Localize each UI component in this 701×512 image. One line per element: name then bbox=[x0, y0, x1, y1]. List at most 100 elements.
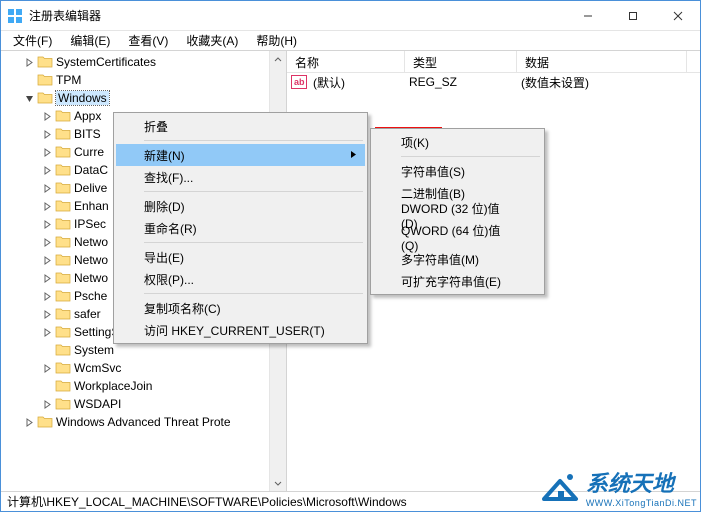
tree-label: WSDAPI bbox=[74, 397, 121, 411]
close-button[interactable] bbox=[655, 1, 700, 30]
tree-item[interactable]: TPM bbox=[1, 71, 286, 89]
chevron-right-icon[interactable] bbox=[41, 308, 53, 320]
menu-view[interactable]: 查看(V) bbox=[120, 30, 176, 51]
ctx-separator bbox=[401, 156, 540, 157]
chevron-right-icon[interactable] bbox=[41, 200, 53, 212]
chevron-right-icon[interactable] bbox=[23, 56, 35, 68]
cell-data: (数值未设置) bbox=[517, 74, 593, 91]
tree-label: System bbox=[74, 343, 114, 357]
ctx-item-label: 新建(N) bbox=[144, 147, 185, 164]
tree-item[interactable]: SystemCertificates bbox=[1, 53, 286, 71]
tree-item[interactable]: Windows Advanced Threat Prote bbox=[1, 413, 286, 431]
tree-label: Curre bbox=[74, 145, 104, 159]
ctx-item[interactable]: 删除(D) bbox=[116, 195, 365, 217]
chevron-right-icon[interactable] bbox=[41, 128, 53, 140]
maximize-button[interactable] bbox=[610, 1, 655, 30]
svg-text:ab: ab bbox=[294, 77, 305, 87]
chevron-right-icon[interactable] bbox=[41, 236, 53, 248]
folder-icon bbox=[37, 91, 53, 105]
folder-icon bbox=[55, 199, 71, 213]
folder-icon bbox=[37, 73, 53, 87]
ctx-item[interactable]: 重命名(R) bbox=[116, 217, 365, 239]
chevron-right-icon[interactable] bbox=[41, 290, 53, 302]
folder-icon bbox=[55, 127, 71, 141]
tree-label: BITS bbox=[74, 127, 101, 141]
folder-icon bbox=[55, 271, 71, 285]
chevron-right-icon[interactable] bbox=[41, 182, 53, 194]
chevron-right-icon[interactable] bbox=[41, 362, 53, 374]
tree-label: safer bbox=[74, 307, 101, 321]
tree-item[interactable]: WcmSvc bbox=[1, 359, 286, 377]
ctx-item[interactable]: 查找(F)... bbox=[116, 166, 365, 188]
tree-label: DataC bbox=[74, 163, 108, 177]
chevron-right-icon[interactable] bbox=[23, 416, 35, 428]
tree-label: SystemCertificates bbox=[56, 55, 156, 69]
string-value-icon: ab bbox=[291, 75, 307, 89]
ctx-item[interactable]: 导出(E) bbox=[116, 246, 365, 268]
chevron-right-icon[interactable] bbox=[41, 326, 53, 338]
ctx-item[interactable]: 访问 HKEY_CURRENT_USER(T) bbox=[116, 319, 365, 341]
tree-label: Windows bbox=[56, 91, 109, 105]
ctx-item-label: 删除(D) bbox=[144, 198, 185, 215]
ctx-item[interactable]: 多字符串值(M) bbox=[373, 248, 542, 270]
tree-label: Delive bbox=[74, 181, 107, 195]
scroll-down-button[interactable] bbox=[270, 474, 286, 491]
tree-label: WcmSvc bbox=[74, 361, 121, 375]
folder-icon bbox=[37, 55, 53, 69]
ctx-item-label: 字符串值(S) bbox=[401, 163, 465, 180]
tree-label: Netwo bbox=[74, 235, 108, 249]
ctx-item[interactable]: 新建(N) bbox=[116, 144, 365, 166]
tree-item[interactable]: Windows bbox=[1, 89, 286, 107]
col-type[interactable]: 类型 bbox=[405, 51, 517, 72]
ctx-item[interactable]: QWORD (64 位)值(Q) bbox=[373, 226, 542, 248]
ctx-item[interactable]: 可扩充字符串值(E) bbox=[373, 270, 542, 292]
folder-icon bbox=[55, 217, 71, 231]
chevron-right-icon[interactable] bbox=[41, 218, 53, 230]
tree-label: Netwo bbox=[74, 271, 108, 285]
folder-icon bbox=[55, 253, 71, 267]
context-menu-main[interactable]: 折叠新建(N) 查找(F)... 删除(D) 重命名(R) 导出(E) 权限(P)... 复… bbox=[113, 112, 368, 344]
folder-icon bbox=[55, 325, 71, 339]
statusbar-path: 计算机\HKEY_LOCAL_MACHINE\SOFTWARE\Policies… bbox=[7, 493, 407, 510]
titlebar: 注册表编辑器 bbox=[1, 1, 700, 31]
folder-icon bbox=[55, 307, 71, 321]
ctx-item-label: 多字符串值(M) bbox=[401, 251, 479, 268]
tree-label: IPSec bbox=[74, 217, 106, 231]
chevron-down-icon[interactable] bbox=[23, 92, 35, 104]
ctx-item[interactable]: 项(K) bbox=[373, 131, 542, 153]
ctx-item-label: 项(K) bbox=[401, 134, 429, 151]
chevron-right-icon[interactable] bbox=[41, 146, 53, 158]
col-data[interactable]: 数据 bbox=[517, 51, 687, 72]
menu-help[interactable]: 帮助(H) bbox=[248, 30, 305, 51]
expander-empty bbox=[41, 344, 53, 356]
tree-label: TPM bbox=[56, 73, 81, 87]
ctx-item[interactable]: 权限(P)... bbox=[116, 268, 365, 290]
ctx-item-label: 复制项名称(C) bbox=[144, 300, 221, 317]
ctx-item[interactable]: 字符串值(S) bbox=[373, 160, 542, 182]
chevron-right-icon[interactable] bbox=[41, 254, 53, 266]
chevron-right-icon[interactable] bbox=[41, 164, 53, 176]
chevron-right-icon[interactable] bbox=[41, 110, 53, 122]
chevron-right-icon[interactable] bbox=[41, 398, 53, 410]
chevron-right-icon[interactable] bbox=[41, 272, 53, 284]
ctx-item-label: 可扩充字符串值(E) bbox=[401, 273, 501, 290]
app-icon bbox=[7, 8, 23, 24]
folder-icon bbox=[55, 181, 71, 195]
list-row[interactable]: ab (默认) REG_SZ (数值未设置) bbox=[287, 73, 700, 91]
list-header: 名称 类型 数据 bbox=[287, 51, 700, 73]
tree-item[interactable]: WSDAPI bbox=[1, 395, 286, 413]
minimize-button[interactable] bbox=[565, 1, 610, 30]
scroll-up-button[interactable] bbox=[270, 51, 286, 68]
context-menu-new[interactable]: 项(K)字符串值(S)二进制值(B)DWORD (32 位)值(D)QWORD … bbox=[370, 128, 545, 295]
ctx-item[interactable]: 折叠 bbox=[116, 115, 365, 137]
expander-empty bbox=[23, 74, 35, 86]
menu-favorite[interactable]: 收藏夹(A) bbox=[178, 30, 246, 51]
col-name[interactable]: 名称 bbox=[287, 51, 405, 72]
ctx-separator bbox=[144, 191, 363, 192]
folder-icon bbox=[55, 289, 71, 303]
tree-item[interactable]: WorkplaceJoin bbox=[1, 377, 286, 395]
menu-edit[interactable]: 编辑(E) bbox=[62, 30, 118, 51]
ctx-item-label: 导出(E) bbox=[144, 249, 184, 266]
ctx-item[interactable]: 复制项名称(C) bbox=[116, 297, 365, 319]
menu-file[interactable]: 文件(F) bbox=[5, 30, 60, 51]
